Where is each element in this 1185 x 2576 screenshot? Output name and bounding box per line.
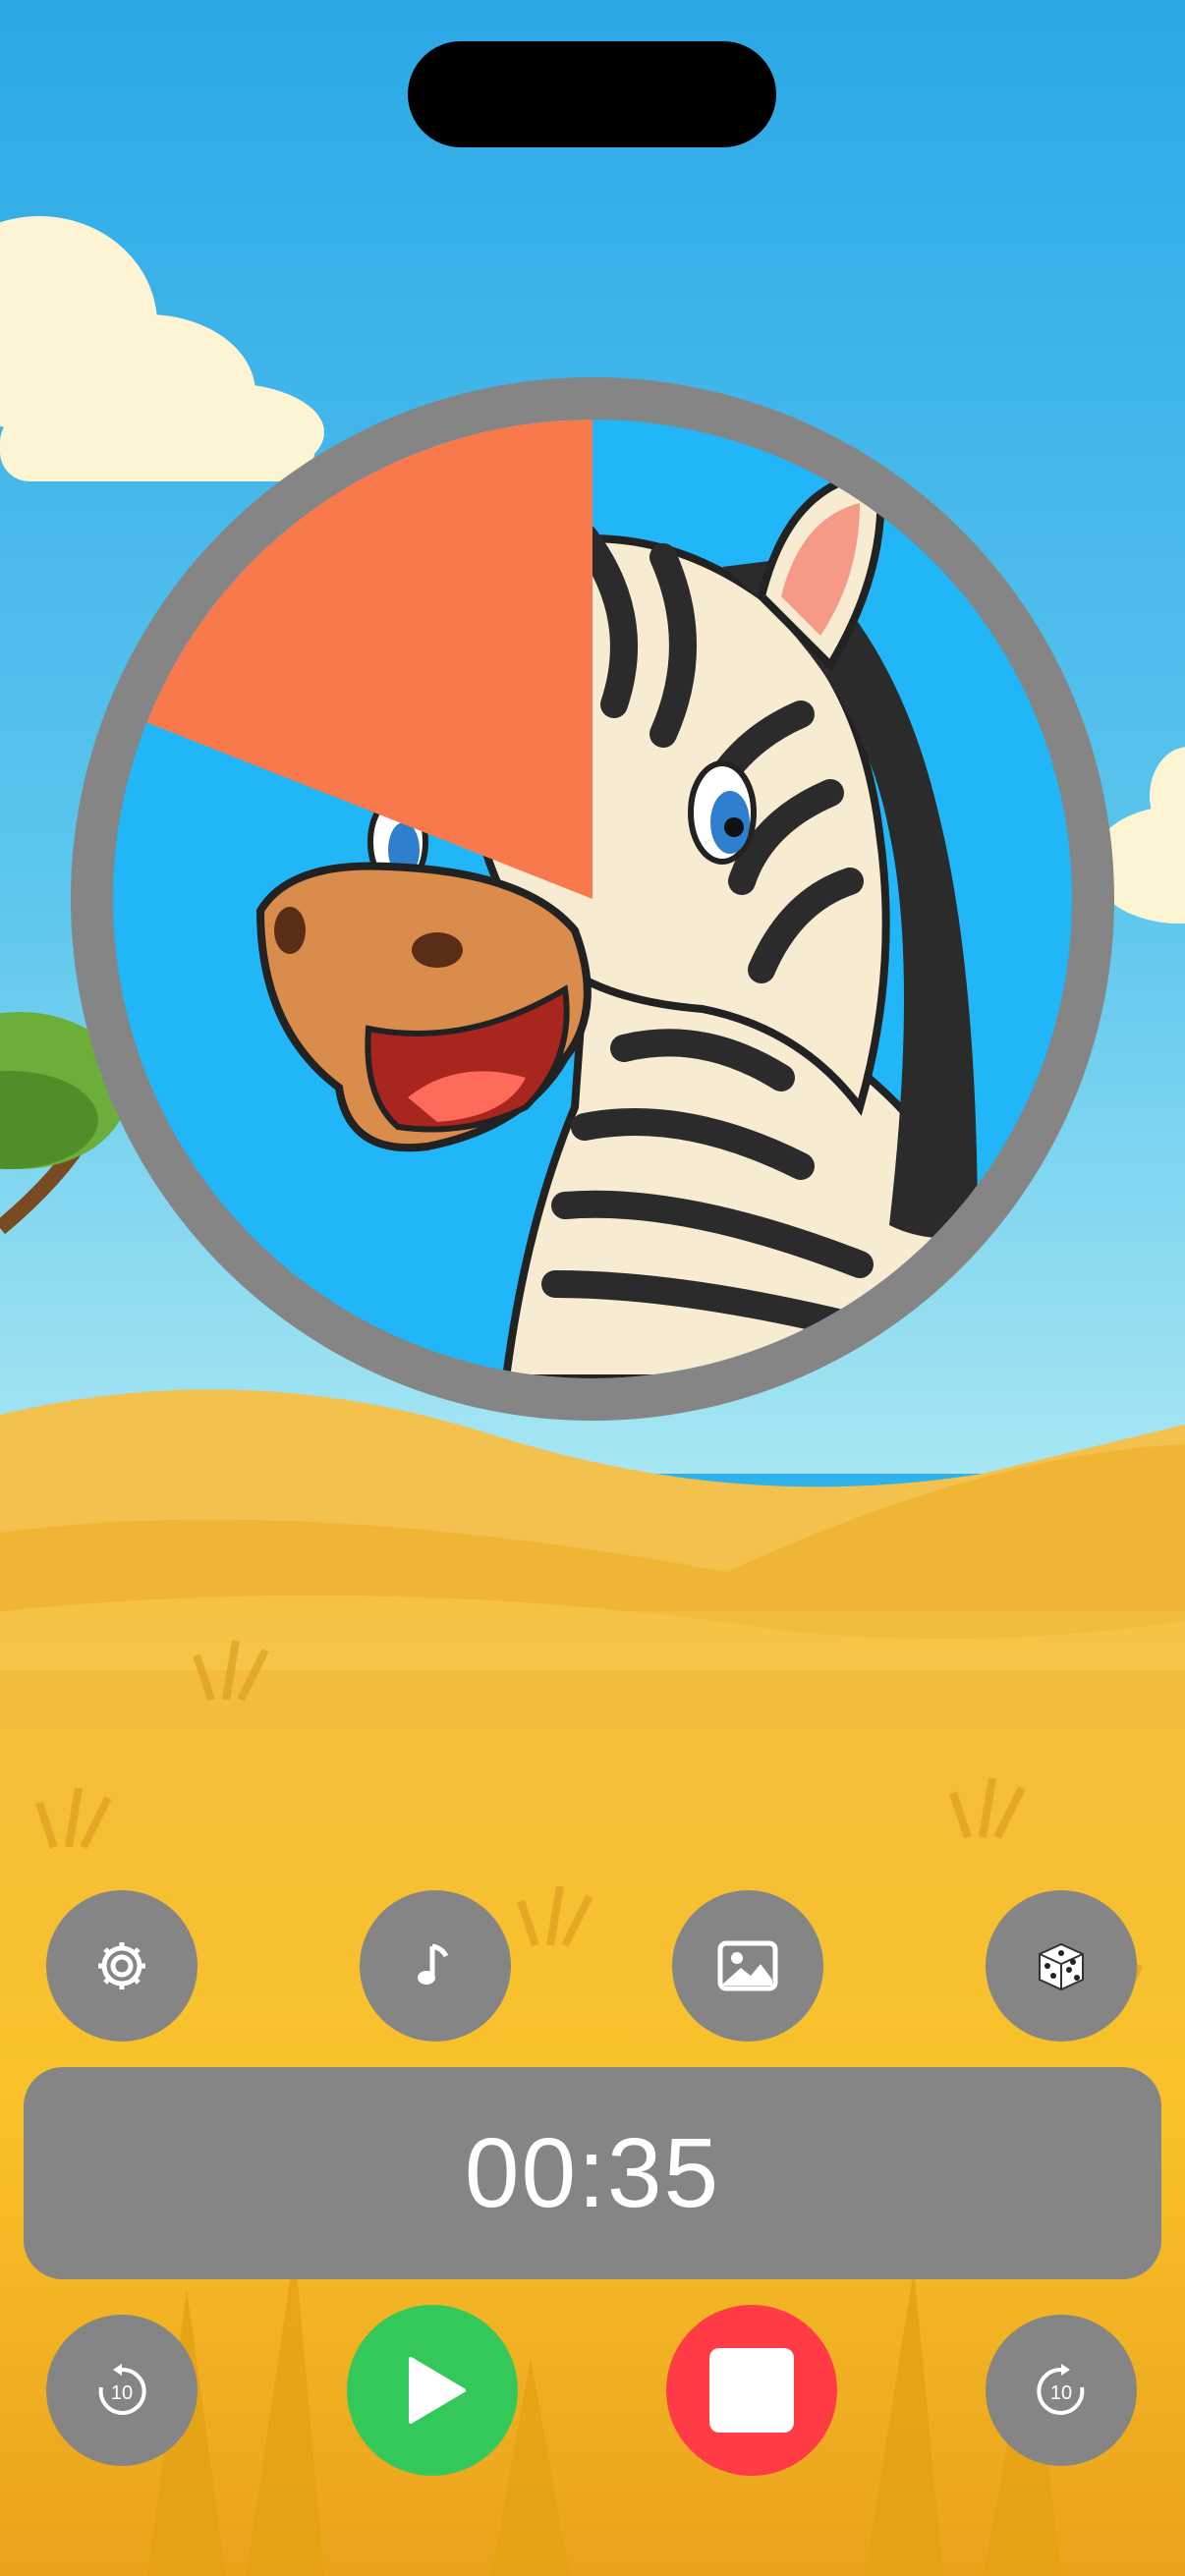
rewind-10-button[interactable]: 10 bbox=[46, 2315, 198, 2466]
timer-elapsed-wedge bbox=[146, 420, 593, 899]
image-button[interactable] bbox=[672, 1890, 823, 2042]
dice-icon bbox=[1039, 1942, 1084, 1991]
gear-icon bbox=[98, 1942, 145, 1989]
forward-10-label: 10 bbox=[1050, 2382, 1072, 2404]
stop-button[interactable] bbox=[666, 2305, 837, 2476]
random-button[interactable] bbox=[986, 1890, 1137, 2042]
timer-display: 00:35 bbox=[464, 2117, 721, 2228]
elapsed-sector bbox=[146, 420, 593, 899]
music-button[interactable] bbox=[360, 1890, 511, 2042]
timer-display-panel: 00:35 bbox=[24, 2067, 1161, 2279]
settings-button[interactable] bbox=[46, 1890, 198, 2042]
play-button[interactable] bbox=[347, 2305, 518, 2476]
image-icon bbox=[717, 1940, 778, 1991]
play-icon bbox=[409, 2357, 466, 2424]
rewind-10-icon: 10 bbox=[98, 2364, 146, 2415]
forward-10-button[interactable]: 10 bbox=[986, 2315, 1137, 2466]
timer-face bbox=[113, 420, 1072, 1378]
music-note-icon bbox=[418, 1943, 449, 1985]
rewind-10-label: 10 bbox=[111, 2382, 133, 2404]
stop-icon bbox=[709, 2348, 794, 2433]
forward-10-icon: 10 bbox=[1037, 2364, 1085, 2415]
dynamic-island bbox=[408, 41, 776, 147]
